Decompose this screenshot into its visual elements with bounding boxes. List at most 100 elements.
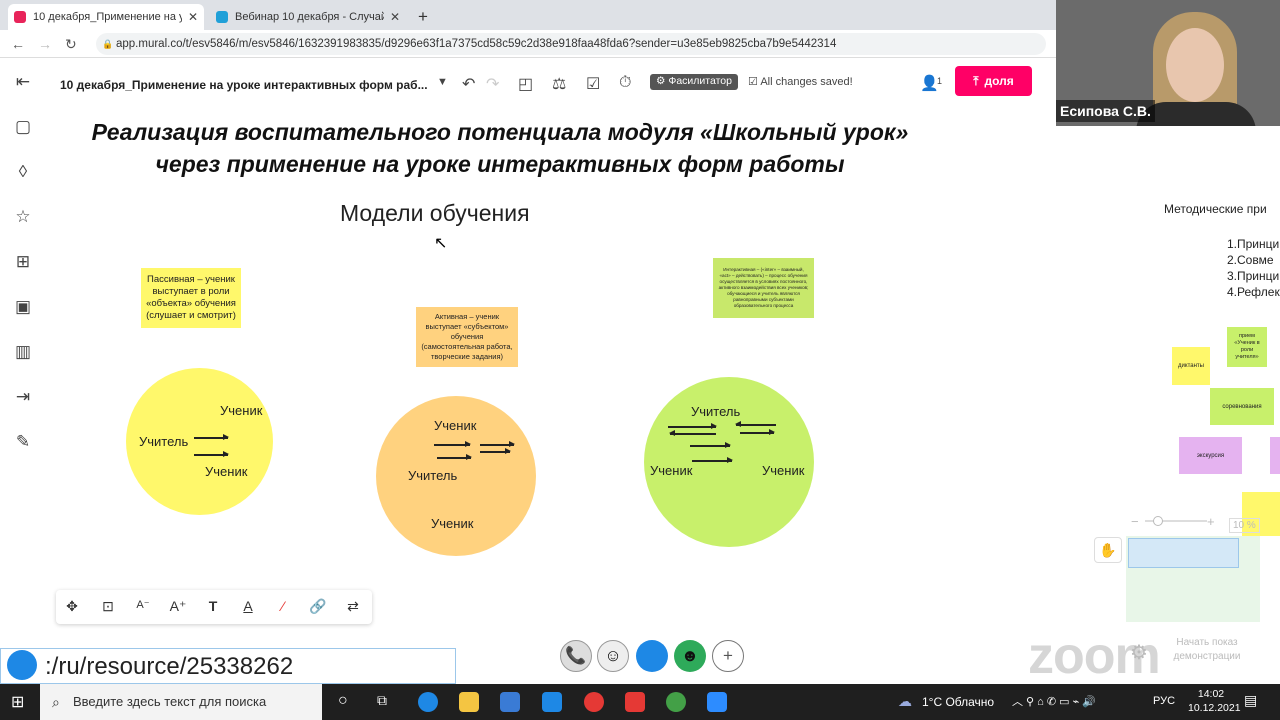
- store-icon[interactable]: [500, 692, 520, 712]
- explorer-icon[interactable]: [459, 692, 479, 712]
- settings-gear-icon[interactable]: ⚙: [1130, 640, 1148, 665]
- mail-icon[interactable]: [542, 692, 562, 712]
- import-icon[interactable]: ⇥: [13, 387, 33, 407]
- undo-icon[interactable]: ↶: [462, 74, 475, 94]
- sticky-note-interactive[interactable]: Интерактивная – («inter» – взаимный, «ac…: [713, 258, 814, 318]
- phone-icon[interactable]: 📞: [560, 640, 592, 672]
- reload-icon[interactable]: ↻: [65, 36, 77, 53]
- edge-icon[interactable]: [418, 692, 438, 712]
- person-face: [1166, 28, 1224, 102]
- weather-text[interactable]: 1°C Облачно: [922, 695, 994, 709]
- chevron-down-icon[interactable]: ▼: [437, 76, 448, 88]
- sticky-note-passive[interactable]: Пассивная – ученик выступает в роли «объ…: [141, 268, 241, 328]
- sticky-note-small[interactable]: диктанты: [1172, 347, 1210, 385]
- windows-taskbar: ⊞ ⌕ Введите здесь текст для поиска ○ ⧉ ☁…: [0, 684, 1280, 720]
- zoom-fit-icon[interactable]: ⊡: [98, 598, 118, 615]
- tab-webinar[interactable]: Вебинар 10 декабря - Случайн ✕: [210, 4, 406, 30]
- models-title[interactable]: Модели обучения: [340, 200, 530, 227]
- frames-icon[interactable]: ⊞: [13, 252, 33, 272]
- sticky-note-icon[interactable]: ▢: [13, 117, 33, 137]
- facilitator-label: Фасилитатор: [668, 75, 732, 87]
- search-placeholder: Введите здесь текст для поиска: [73, 694, 267, 709]
- task-view-icon[interactable]: ⧉: [377, 692, 387, 709]
- redo-icon[interactable]: ↷: [486, 74, 499, 94]
- arrow-right: [668, 423, 717, 429]
- taskbar-search[interactable]: ⌕ Введите здесь текст для поиска: [40, 684, 322, 720]
- arrow-right: [740, 429, 775, 435]
- forward-icon[interactable]: →: [38, 36, 52, 52]
- fill-color-icon[interactable]: ⁄: [273, 598, 293, 614]
- zoom-in-button[interactable]: +: [1207, 514, 1215, 529]
- tab-label: Вебинар 10 декабря - Случайн: [235, 11, 384, 23]
- chrome-icon[interactable]: [666, 692, 686, 712]
- decrease-font-icon[interactable]: A⁻: [133, 598, 153, 611]
- board-title[interactable]: 10 декабря_Применение на уроке интеракти…: [60, 78, 430, 92]
- clock[interactable]: 14:02 10.12.2021: [1188, 687, 1241, 715]
- timer-icon[interactable]: ⏱: [619, 74, 631, 92]
- url-field[interactable]: 🔒 app.mural.co/t/esv5846/m/esv5846/16323…: [96, 33, 1046, 55]
- new-tab-button[interactable]: +: [412, 4, 438, 30]
- hand-tool-icon[interactable]: ✋: [1094, 537, 1122, 563]
- checklist-icon[interactable]: ☑: [586, 74, 600, 94]
- resource-url-box[interactable]: :/ru/resource/25338262: [0, 648, 456, 684]
- label-student: Ученик: [205, 464, 248, 479]
- voting-icon[interactable]: ⚖: [552, 74, 566, 94]
- arrow-right: [692, 457, 733, 463]
- sticky-note-small[interactable]: прием «Ученик в роли учителя»: [1227, 327, 1267, 367]
- zoom-slider-handle[interactable]: [1153, 516, 1163, 526]
- sticky-note-small[interactable]: экскурсия: [1179, 437, 1242, 474]
- windows-start-icon[interactable]: ⊞: [11, 692, 24, 712]
- yandex-icon[interactable]: [625, 692, 645, 712]
- sticky-note-active[interactable]: Активная – ученик выступает «субъектом» …: [416, 307, 518, 367]
- tab-mural[interactable]: 10 декабря_Применение на уро ✕: [8, 4, 204, 30]
- sticky-note-small[interactable]: соревнования: [1210, 388, 1274, 425]
- increase-font-icon[interactable]: A⁺: [168, 598, 188, 615]
- notifications-icon[interactable]: ▤: [1244, 692, 1257, 709]
- sticky-note-partial[interactable]: [1270, 437, 1280, 474]
- cloud-icon: ☁: [898, 693, 912, 709]
- text-icon[interactable]: T: [203, 598, 223, 614]
- facilitator-badge[interactable]: ⚙ Фасилитатор: [650, 74, 738, 90]
- opera-icon[interactable]: [584, 692, 604, 712]
- shapes-icon[interactable]: ◊: [13, 162, 33, 182]
- share-button[interactable]: ⤒ доля: [955, 66, 1032, 96]
- reactions-icon[interactable]: ☺: [597, 640, 629, 672]
- back-icon[interactable]: ←: [11, 36, 25, 52]
- tray-icons[interactable]: ︿ ⚲ ⌂ ✆ ▭ ⌁ 🔊: [1012, 693, 1096, 709]
- sticker-icon[interactable]: ☻: [674, 640, 706, 672]
- zoom-level[interactable]: 10 %: [1229, 518, 1260, 533]
- arrow-right: [194, 451, 229, 457]
- move-icon[interactable]: ✥: [62, 598, 82, 615]
- mouse-cursor-icon: ↖: [434, 235, 448, 252]
- zoom-app-icon[interactable]: [707, 692, 727, 712]
- more-options-icon[interactable]: ⇄: [343, 598, 363, 615]
- methods-title: Методические при: [1164, 202, 1267, 216]
- pen-icon[interactable]: ✎: [13, 432, 33, 452]
- lock-icon: 🔒: [102, 39, 114, 49]
- canvas-heading: Реализация воспитательного потенциала мо…: [60, 116, 940, 180]
- user-icon[interactable]: 👤: [920, 74, 939, 92]
- star-icon[interactable]: ☆: [13, 207, 33, 227]
- close-icon[interactable]: ✕: [390, 10, 400, 24]
- zoom-share-overlay[interactable]: Начать показ демонстрации: [1152, 636, 1262, 664]
- webinar-favicon-icon: [216, 11, 228, 23]
- add-icon[interactable]: +: [712, 640, 744, 672]
- arrow-left: [735, 421, 776, 427]
- exit-icon[interactable]: ⇤: [13, 72, 33, 92]
- image-icon[interactable]: ▣: [13, 297, 33, 317]
- link-icon[interactable]: 🔗: [308, 598, 328, 615]
- minimap-viewport[interactable]: [1128, 538, 1239, 568]
- close-icon[interactable]: ✕: [188, 10, 198, 24]
- label-teacher: Учитель: [691, 404, 741, 419]
- outline-icon[interactable]: ◰: [518, 74, 533, 94]
- avatar[interactable]: [636, 640, 668, 672]
- arrow-right: [690, 442, 731, 448]
- zoom-out-button[interactable]: −: [1131, 514, 1139, 529]
- library-icon[interactable]: ▥: [13, 342, 33, 362]
- clock-time: 14:02: [1197, 688, 1225, 700]
- text-color-icon[interactable]: A: [238, 598, 258, 614]
- cortana-icon[interactable]: ○: [338, 692, 348, 710]
- language-indicator[interactable]: РУС: [1153, 695, 1175, 707]
- label-student: Ученик: [650, 463, 693, 478]
- label-student: Ученик: [431, 516, 474, 531]
